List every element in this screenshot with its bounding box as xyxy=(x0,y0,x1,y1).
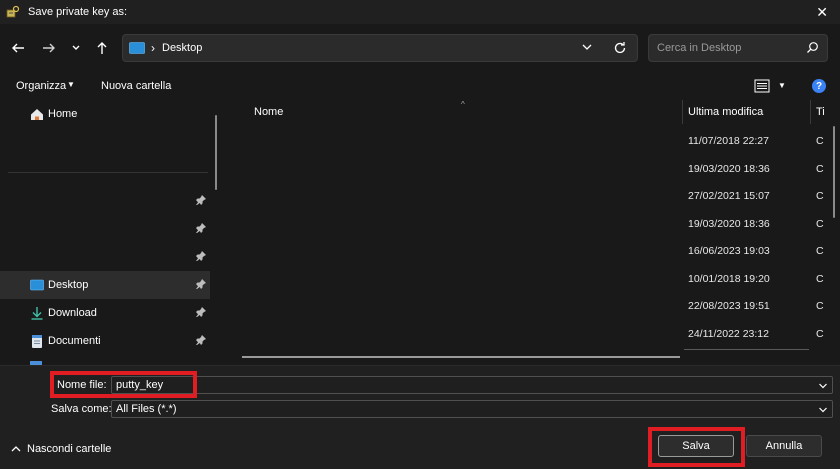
type-cell: C xyxy=(816,273,824,285)
sidebar-item-label: Desktop xyxy=(48,279,89,291)
modified-cell: 10/01/2018 19:20 xyxy=(688,273,770,285)
navigation-bar: › Desktop Cerca in Desktop xyxy=(0,24,840,72)
file-list: ^ Nome Ultima modifica Ti 11/07/2018 22:… xyxy=(226,100,840,365)
document-icon xyxy=(32,335,42,348)
chevron-up-icon xyxy=(11,446,21,452)
savetype-select[interactable]: All Files (*.*) xyxy=(111,400,833,418)
cancel-button[interactable]: Annulla xyxy=(746,435,822,457)
organize-button[interactable]: Organizza xyxy=(16,80,66,92)
savetype-value: All Files (*.*) xyxy=(116,403,177,415)
sidebar-item-label: Download xyxy=(48,307,97,319)
type-cell: C xyxy=(816,328,824,340)
sidebar-item-desktop[interactable]: Desktop xyxy=(0,271,210,299)
type-cell: C xyxy=(816,135,824,147)
arrow-up-icon xyxy=(97,42,107,54)
column-header-name[interactable]: Nome xyxy=(254,100,283,124)
modified-cell: 24/11/2022 23:12 xyxy=(688,328,769,340)
pin-icon[interactable] xyxy=(196,279,206,289)
pin-icon[interactable] xyxy=(196,335,206,345)
breadcrumb-desktop[interactable]: Desktop xyxy=(162,42,202,54)
chevron-down-icon[interactable] xyxy=(818,405,828,415)
caret-down-icon[interactable]: ▼ xyxy=(67,80,75,89)
desktop-icon xyxy=(129,42,145,54)
save-form: Nome file: putty_key Salva come: All Fil… xyxy=(0,365,840,469)
save-button-highlight xyxy=(648,427,745,467)
title-bar: Save private key as: ✕ xyxy=(0,0,840,24)
chevron-down-icon xyxy=(72,45,80,50)
sort-ascending-icon: ^ xyxy=(461,100,465,109)
up-button[interactable] xyxy=(93,39,111,57)
recent-locations-button[interactable] xyxy=(67,39,85,57)
sidebar-item-label: Home xyxy=(48,108,78,120)
pin-icon[interactable] xyxy=(196,251,206,261)
sidebar-item-label: Documenti xyxy=(48,335,101,347)
modified-cell: 16/06/2023 19:03 xyxy=(688,245,770,257)
divider xyxy=(8,172,208,173)
modified-cell: 11/07/2018 22:27 xyxy=(688,135,769,147)
sidebar-item-home[interactable]: Home xyxy=(0,100,210,128)
modified-cell: 19/03/2020 18:36 xyxy=(688,218,770,230)
view-options-icon[interactable] xyxy=(754,79,770,93)
forward-button[interactable] xyxy=(40,39,58,57)
type-cell: C xyxy=(816,218,824,230)
address-bar[interactable]: › Desktop xyxy=(122,34,638,62)
pin-icon[interactable] xyxy=(196,195,206,205)
column-header-type[interactable]: Ti xyxy=(816,100,825,124)
type-cell: C xyxy=(816,245,824,257)
sidebar-item-pinned-1[interactable] xyxy=(0,187,210,215)
filename-field[interactable]: putty_key xyxy=(111,376,833,394)
hide-folders-label: Nascondi cartelle xyxy=(27,443,112,455)
download-icon xyxy=(31,307,43,320)
caret-down-icon[interactable]: ▼ xyxy=(778,81,786,90)
scrollbar-thumb[interactable] xyxy=(215,115,217,190)
sidebar-item-pinned-3[interactable] xyxy=(0,243,210,271)
command-bar: Organizza ▼ Nuova cartella ▼ ? xyxy=(0,72,840,100)
close-icon[interactable]: ✕ xyxy=(816,4,828,21)
window-title: Save private key as: xyxy=(28,6,128,18)
search-box[interactable]: Cerca in Desktop xyxy=(648,34,828,62)
help-icon[interactable]: ? xyxy=(812,79,826,93)
savetype-label: Salva come: xyxy=(51,403,112,415)
chevron-down-icon[interactable] xyxy=(818,381,828,391)
refresh-icon[interactable] xyxy=(613,41,627,55)
new-folder-button[interactable]: Nuova cartella xyxy=(101,80,171,92)
desktop-icon xyxy=(30,279,44,291)
navigation-pane: Home Desktop Download Documenti xyxy=(0,100,226,365)
hide-folders-toggle[interactable]: Nascondi cartelle xyxy=(10,443,111,455)
chevron-down-icon[interactable] xyxy=(581,41,593,53)
pin-icon[interactable] xyxy=(196,223,206,233)
sidebar-item-download[interactable]: Download xyxy=(0,299,210,327)
back-button[interactable] xyxy=(9,39,27,57)
breadcrumb-separator: › xyxy=(151,41,155,55)
sidebar-item-documenti[interactable]: Documenti xyxy=(0,327,210,355)
home-icon xyxy=(31,109,43,120)
divider xyxy=(684,349,809,350)
type-cell: C xyxy=(816,300,824,312)
column-divider[interactable] xyxy=(810,100,811,124)
putty-key-icon xyxy=(6,5,20,18)
modified-cell: 19/03/2020 18:36 xyxy=(688,163,770,175)
modified-cell: 27/02/2021 15:07 xyxy=(688,190,770,202)
type-cell: C xyxy=(816,163,824,175)
column-header-modified[interactable]: Ultima modifica xyxy=(688,100,763,124)
scrollbar-thumb[interactable] xyxy=(833,126,835,218)
column-divider[interactable] xyxy=(682,100,683,124)
horizontal-scrollbar[interactable] xyxy=(242,356,680,358)
pin-icon[interactable] xyxy=(196,307,206,317)
sidebar-item-pinned-2[interactable] xyxy=(0,215,210,243)
filename-highlight xyxy=(50,371,197,398)
arrow-right-icon xyxy=(43,43,55,53)
type-cell: C xyxy=(816,190,824,202)
search-icon[interactable] xyxy=(806,41,819,54)
arrow-left-icon xyxy=(12,43,24,53)
modified-cell: 22/08/2023 19:51 xyxy=(688,300,770,312)
search-input[interactable]: Cerca in Desktop xyxy=(657,42,741,54)
